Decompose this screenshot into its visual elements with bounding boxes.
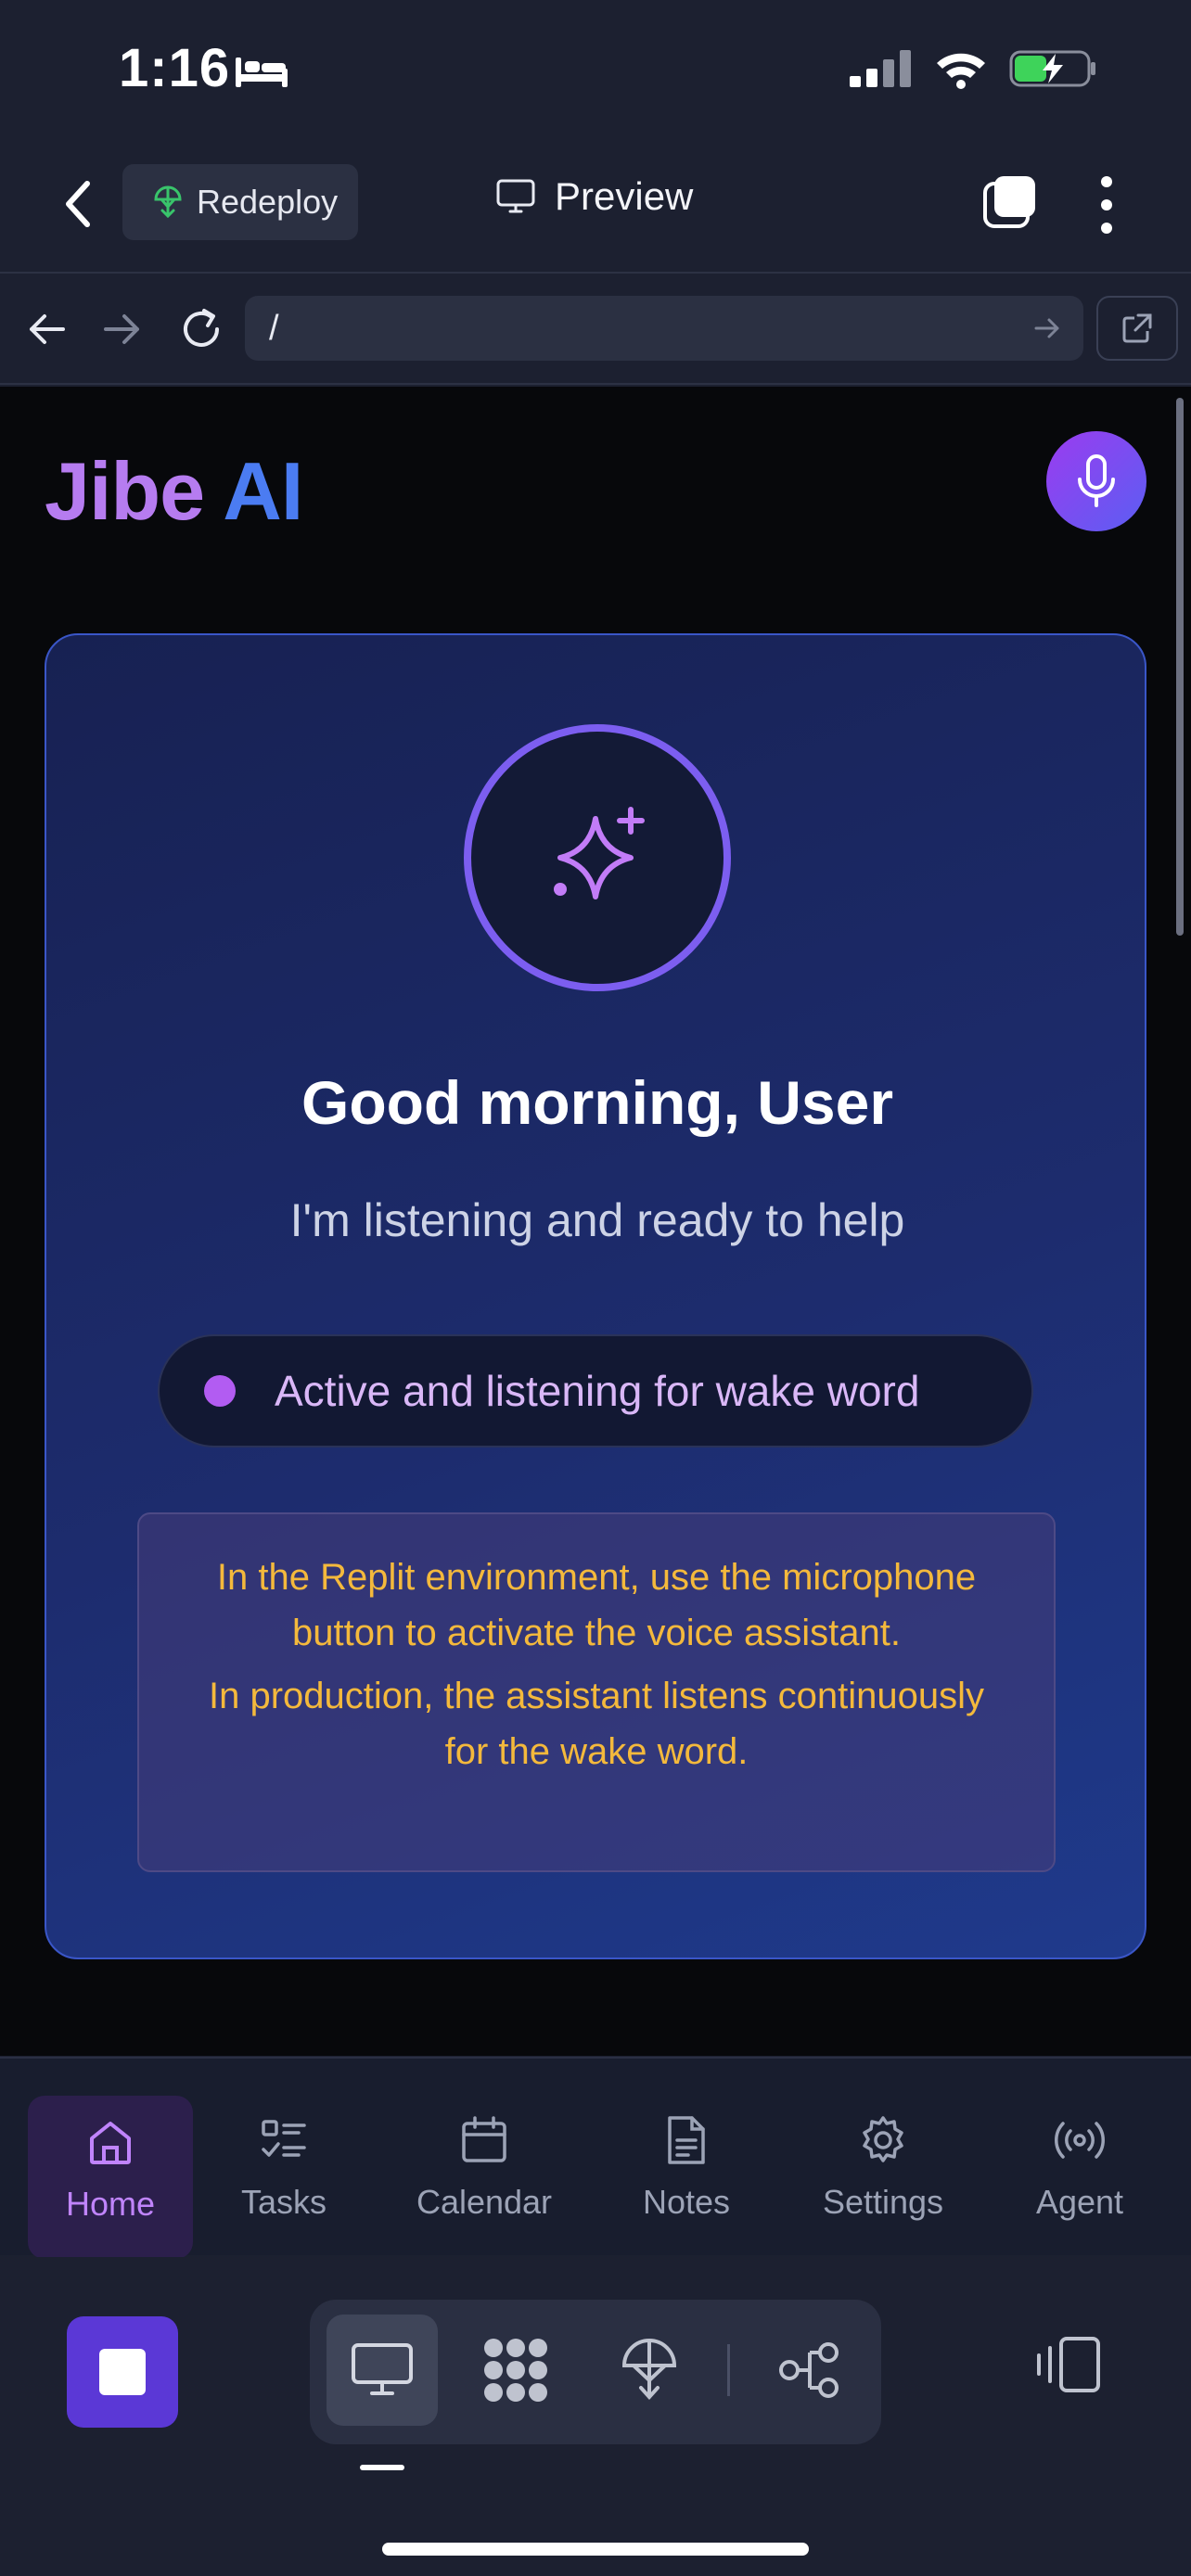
notice-line-2: In production, the assistant listens con… (208, 1676, 985, 1772)
home-icon (90, 2122, 131, 2164)
notice-line-1: In the Replit environment, use the micro… (216, 1557, 977, 1653)
more-options-icon[interactable] (1093, 172, 1121, 237)
monitor-icon (496, 179, 535, 213)
reload-icon[interactable] (178, 303, 224, 355)
workflow-tool-button[interactable] (753, 2315, 864, 2426)
tab-agent-label: Agent (1035, 2183, 1124, 2221)
tab-tasks-label: Tasks (240, 2183, 327, 2221)
stop-icon (99, 2349, 146, 2395)
browser-back-icon[interactable] (26, 303, 67, 355)
dock-tool-group (310, 2300, 881, 2444)
tab-notes[interactable]: Notes (603, 2096, 770, 2259)
redeploy-label: Redeploy (197, 183, 339, 221)
battery-charging-icon (1009, 50, 1095, 87)
logo-part2: AI (223, 445, 303, 537)
tab-calendar-label: Calendar (416, 2183, 553, 2221)
open-external-button[interactable] (1096, 296, 1178, 361)
tab-home[interactable]: Home (28, 2096, 193, 2259)
sparkles-icon (554, 807, 645, 899)
dock-divider (727, 2344, 730, 2396)
listening-status-text: Active and listening for wake word (275, 1367, 920, 1415)
browser-forward-icon[interactable] (102, 303, 143, 355)
status-time: 1:16 (119, 38, 231, 98)
tab-settings[interactable]: Settings (800, 2096, 967, 2259)
top-nav: Redeploy Preview (0, 139, 1191, 274)
webview: Jibe AI Good morning, User I'm listening… (0, 387, 1191, 2056)
greeting-heading: Good morning, User (301, 1068, 894, 1137)
wifi-icon (937, 53, 985, 89)
scrollbar[interactable] (1176, 398, 1184, 936)
go-arrow-icon[interactable] (1033, 314, 1061, 342)
deploy-icon (154, 185, 182, 219)
url-path: / (269, 309, 279, 348)
tasks-icon (262, 2120, 306, 2157)
greeting-subtitle: I'm listening and ready to help (289, 1194, 905, 1246)
monitor-icon (352, 2343, 413, 2395)
preview-title: Preview (495, 174, 693, 219)
device-layout-icon[interactable] (1035, 2335, 1102, 2394)
status-indicators (848, 48, 1098, 89)
signal-icon (850, 50, 911, 87)
bottom-tab-bar: Home Tasks Calendar Notes Settings Agent (0, 2057, 1191, 2259)
status-bar: 1:16 (0, 0, 1191, 139)
replit-tool-button[interactable] (460, 2315, 571, 2426)
environment-notice: In the Replit environment, use the micro… (137, 1512, 1056, 1872)
back-chevron-icon[interactable] (56, 176, 102, 232)
url-input[interactable]: / (245, 296, 1083, 361)
tab-notes-label: Notes (642, 2183, 731, 2221)
dots-grid-icon (484, 2339, 547, 2402)
url-bar: / (0, 275, 1191, 385)
app-logo: Jibe AI (45, 444, 303, 539)
parachute-icon (621, 2339, 677, 2400)
home-indicator (382, 2543, 809, 2556)
tab-tasks[interactable]: Tasks (200, 2096, 367, 2259)
notes-icon (668, 2116, 705, 2164)
ide-dock (0, 2257, 1191, 2576)
selected-indicator (360, 2465, 404, 2470)
redeploy-button[interactable]: Redeploy (122, 164, 358, 240)
microphone-icon (1078, 454, 1115, 507)
external-link-icon (1122, 313, 1152, 343)
tab-settings-label: Settings (822, 2183, 944, 2221)
tab-home-label: Home (65, 2185, 156, 2223)
bed-icon (236, 57, 288, 87)
assistant-card: Good morning, User I'm listening and rea… (45, 633, 1146, 1959)
listening-status-badge: Active and listening for wake word (158, 1334, 1033, 1447)
workflow-icon (779, 2342, 839, 2398)
microphone-button[interactable] (1046, 431, 1146, 531)
sparkle-badge (464, 724, 731, 991)
tab-agent[interactable]: Agent (996, 2096, 1163, 2259)
tab-calendar[interactable]: Calendar (401, 2096, 568, 2259)
logo-part1: Jibe (45, 445, 205, 537)
gear-icon (863, 2116, 903, 2162)
preview-tool-button[interactable] (327, 2315, 438, 2426)
tabs-switcher-icon[interactable] (981, 172, 1039, 230)
preview-title-label: Preview (555, 174, 694, 218)
status-dot (204, 1375, 236, 1407)
stop-button[interactable] (67, 2316, 178, 2428)
deployments-tool-button[interactable] (594, 2315, 705, 2426)
broadcast-icon (1055, 2122, 1105, 2159)
calendar-icon (462, 2116, 506, 2162)
